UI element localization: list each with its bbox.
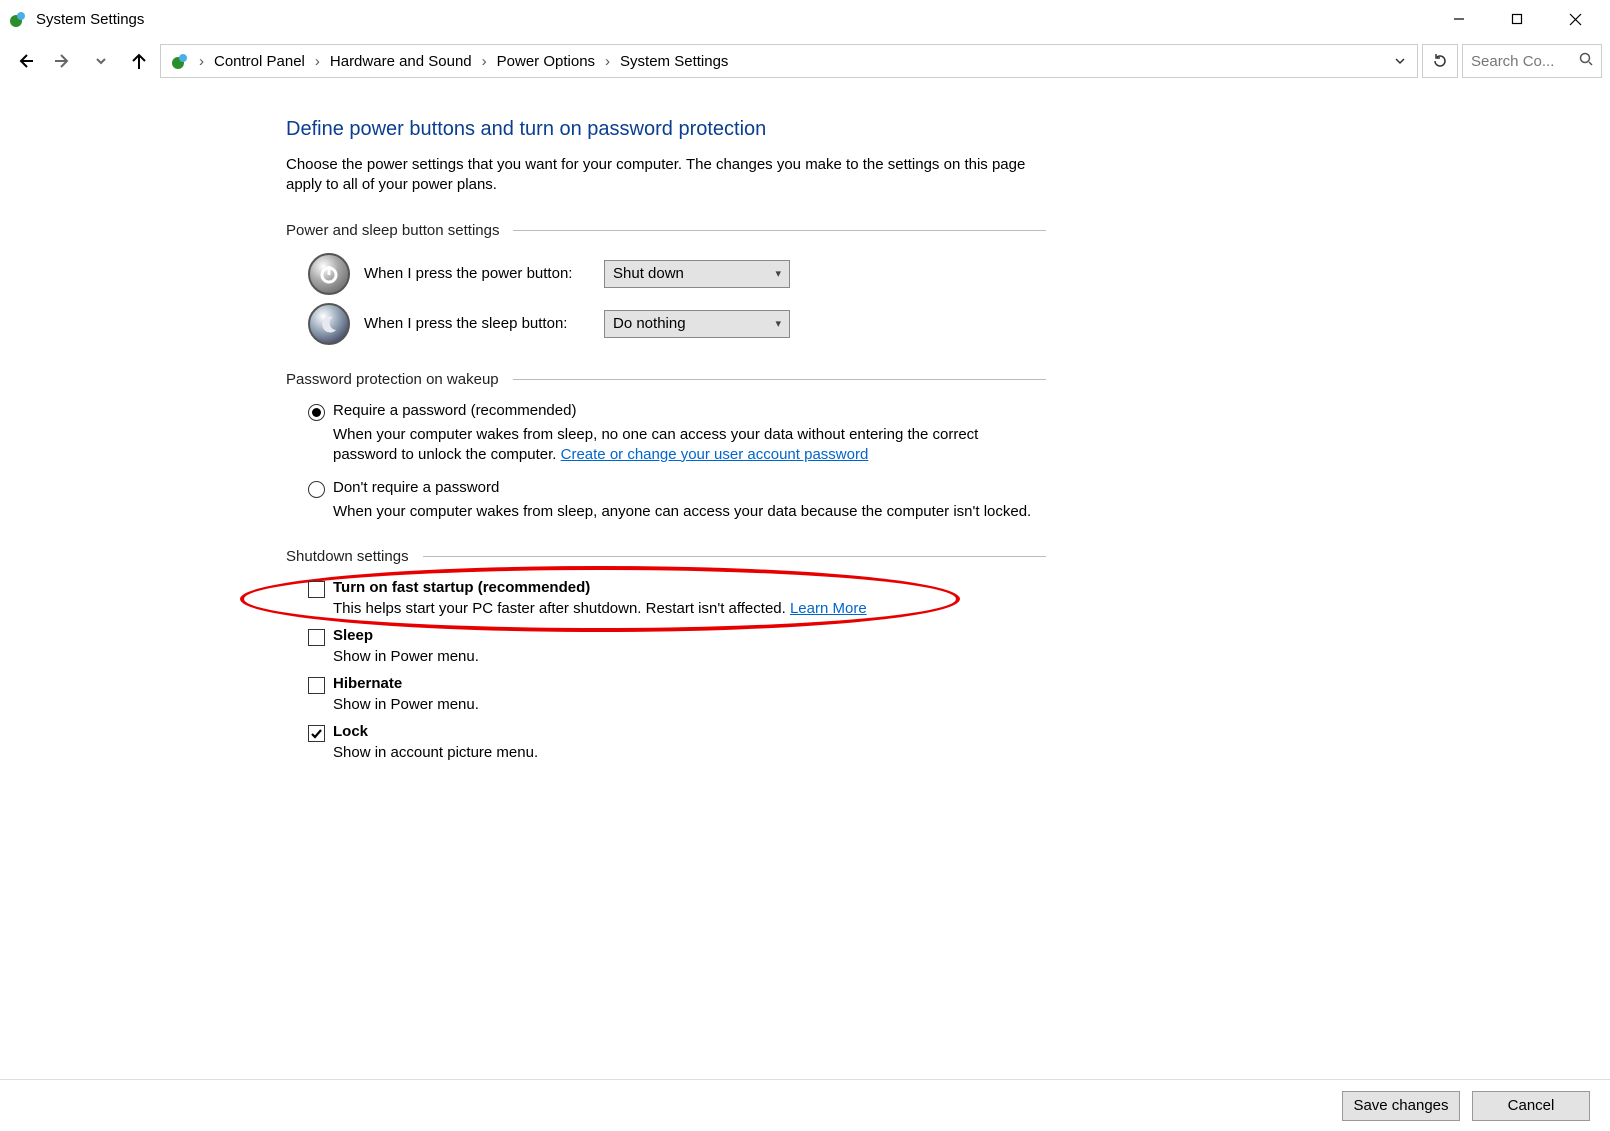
create-password-link[interactable]: Create or change your user account passw… [561,446,869,463]
breadcrumb-history-dropdown[interactable] [1387,45,1413,77]
chevron-down-icon: ▾ [775,317,781,330]
chevron-right-icon: › [480,53,489,70]
close-button[interactable] [1546,2,1604,36]
address-bar: › Control Panel › Hardware and Sound › P… [0,38,1610,84]
chevron-right-icon: › [313,53,322,70]
section-divider [423,556,1046,557]
app-icon [8,9,28,29]
section-password: Password protection on wakeup Require a … [286,371,1046,523]
power-button-combobox[interactable]: Shut down ▾ [604,260,790,288]
checkbox-description: Show in Power menu. [333,696,1046,713]
chevron-down-icon: ▾ [775,267,781,280]
power-icon [308,253,350,295]
chevron-right-icon: › [603,53,612,70]
hibernate-option: Hibernate Show in Power menu. [308,675,1046,713]
lock-option: Lock Show in account picture menu. [308,723,1046,761]
power-button-setting: When I press the power button: Shut down… [308,253,1046,295]
search-input[interactable]: Search Co... [1462,44,1602,78]
page-intro: Choose the power settings that you want … [286,155,1046,196]
no-password-option: Don't require a password When your compu… [308,479,1046,522]
checkbox-label: Hibernate [333,675,402,692]
sleep-icon [308,303,350,345]
hibernate-checkbox[interactable] [308,677,325,694]
no-password-radio[interactable] [308,481,325,498]
content-area: Define power buttons and turn on passwor… [286,118,1046,761]
title-bar: System Settings [0,0,1610,38]
search-placeholder: Search Co... [1471,53,1554,70]
sleep-option: Sleep Show in Power menu. [308,627,1046,665]
nav-forward-button[interactable] [46,44,80,78]
breadcrumb-item[interactable]: Power Options [491,45,601,77]
nav-recent-button[interactable] [84,44,118,78]
breadcrumb-item[interactable]: Control Panel [208,45,311,77]
minimize-button[interactable] [1430,2,1488,36]
radio-description: When your computer wakes from sleep, any… [333,502,1046,522]
section-title: Password protection on wakeup [286,371,499,388]
nav-back-button[interactable] [8,44,42,78]
fast-startup-checkbox[interactable] [308,581,325,598]
checkbox-label: Lock [333,723,368,740]
checkbox-label: Turn on fast startup (recommended) [333,579,590,596]
window-title: System Settings [36,11,144,28]
section-shutdown: Shutdown settings Turn on fast startup (… [286,548,1046,761]
sleep-button-setting: When I press the sleep button: Do nothin… [308,303,1046,345]
chevron-right-icon: › [197,53,206,70]
maximize-button[interactable] [1488,2,1546,36]
cancel-button[interactable]: Cancel [1472,1091,1590,1121]
checkbox-label: Sleep [333,627,373,644]
checkbox-description: Show in account picture menu. [333,744,1046,761]
radio-label: Don't require a password [333,479,499,496]
require-password-option: Require a password (recommended) When yo… [308,402,1046,466]
sleep-button-label: When I press the sleep button: [364,315,604,332]
nav-up-button[interactable] [122,44,156,78]
combobox-value: Do nothing [613,315,686,332]
breadcrumb-item[interactable]: System Settings [614,45,734,77]
require-password-radio[interactable] [308,404,325,421]
combobox-value: Shut down [613,265,684,282]
footer-bar: Save changes Cancel [0,1079,1610,1131]
section-title: Power and sleep button settings [286,222,499,239]
power-button-label: When I press the power button: [364,265,604,282]
checkbox-description: Show in Power menu. [333,648,1046,665]
sleep-checkbox[interactable] [308,629,325,646]
section-title: Shutdown settings [286,548,409,565]
sleep-button-combobox[interactable]: Do nothing ▾ [604,310,790,338]
refresh-button[interactable] [1422,44,1458,78]
save-changes-button[interactable]: Save changes [1342,1091,1460,1121]
learn-more-link[interactable]: Learn More [790,600,867,617]
search-icon [1579,52,1593,70]
section-power-sleep: Power and sleep button settings When I p… [286,222,1046,345]
lock-checkbox[interactable] [308,725,325,742]
radio-label: Require a password (recommended) [333,402,576,419]
breadcrumb-icon [169,50,191,72]
section-divider [513,379,1046,380]
breadcrumb[interactable]: › Control Panel › Hardware and Sound › P… [160,44,1418,78]
radio-description: When your computer wakes from sleep, no … [333,425,1046,466]
fast-startup-option: Turn on fast startup (recommended) This … [308,579,1046,617]
breadcrumb-item[interactable]: Hardware and Sound [324,45,478,77]
section-divider [513,230,1046,231]
checkbox-description: This helps start your PC faster after sh… [333,600,1046,617]
page-title: Define power buttons and turn on passwor… [286,118,1046,141]
